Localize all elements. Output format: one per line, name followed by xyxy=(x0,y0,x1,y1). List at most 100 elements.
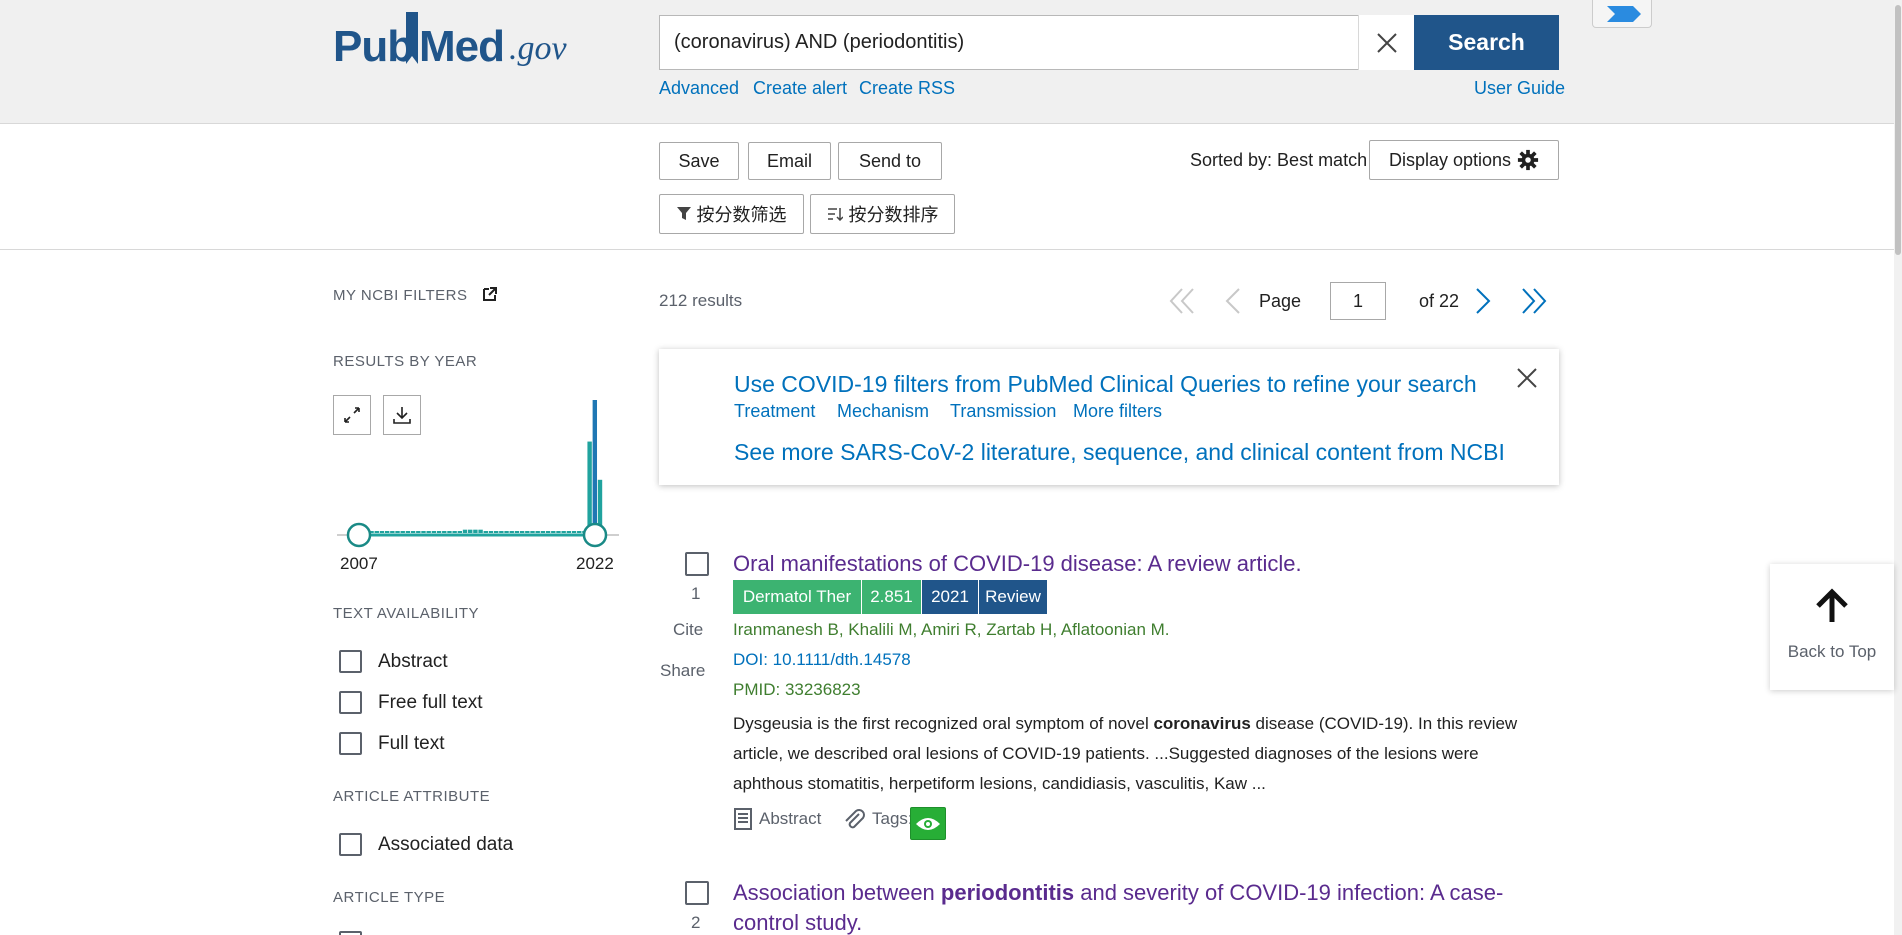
year-bar[interactable] xyxy=(499,531,504,533)
pubmed-logo[interactable]: Pub Med .gov xyxy=(333,8,573,72)
covid-filters-link[interactable]: Use COVID-19 filters from PubMed Clinica… xyxy=(734,371,1477,398)
user-guide-link[interactable]: User Guide xyxy=(1474,78,1565,99)
search-field[interactable] xyxy=(659,15,1414,70)
sort-by-score-button[interactable]: 按分数排序 xyxy=(810,194,955,234)
result-2-title-line-2[interactable]: control study. xyxy=(733,910,862,935)
transmission-filter-link[interactable]: Transmission xyxy=(950,401,1056,422)
year-bar[interactable] xyxy=(400,531,405,533)
year-badge: 2021 xyxy=(922,580,978,614)
create-alert-link[interactable]: Create alert xyxy=(753,78,847,99)
year-bar[interactable] xyxy=(395,531,400,533)
display-options-button[interactable]: Display options xyxy=(1369,140,1559,180)
last-page-button[interactable] xyxy=(1520,286,1548,316)
year-bar[interactable] xyxy=(488,531,494,533)
year-bar[interactable] xyxy=(390,531,395,533)
year-bar[interactable] xyxy=(571,531,577,533)
previous-page-button[interactable] xyxy=(1224,286,1242,316)
page-number-input[interactable]: 1 xyxy=(1330,282,1386,320)
associated-data-checkbox[interactable] xyxy=(339,833,362,856)
create-rss-link[interactable]: Create RSS xyxy=(859,78,955,99)
year-bar[interactable] xyxy=(478,529,483,534)
year-bar[interactable] xyxy=(374,531,379,533)
year-bar[interactable] xyxy=(410,531,416,533)
sars-cov-2-content-link[interactable]: See more SARS-CoV-2 literature, sequence… xyxy=(734,439,1505,466)
email-button[interactable]: Email xyxy=(748,142,831,180)
first-page-button[interactable] xyxy=(1168,286,1196,316)
year-bar[interactable] xyxy=(426,531,431,533)
year-bar[interactable] xyxy=(431,531,437,533)
year-bar[interactable] xyxy=(540,531,546,533)
year-bar[interactable] xyxy=(509,531,514,533)
year-bar[interactable] xyxy=(519,531,525,533)
send-to-button[interactable]: Send to xyxy=(838,142,942,180)
year-bar[interactable] xyxy=(561,531,566,533)
result-1-doi[interactable]: DOI: 10.1111/dth.14578 xyxy=(733,650,911,670)
dismiss-banner-button[interactable] xyxy=(1515,366,1539,390)
mechanism-filter-link[interactable]: Mechanism xyxy=(837,401,929,422)
article-type-checkbox[interactable] xyxy=(339,931,362,935)
search-input[interactable] xyxy=(674,31,1354,54)
year-slider-start-handle[interactable] xyxy=(346,522,372,548)
my-ncbi-filters-heading[interactable]: MY NCBI FILTERS xyxy=(333,286,498,304)
year-bar[interactable] xyxy=(442,531,447,533)
filter-associated-data[interactable]: Associated data xyxy=(339,833,513,856)
year-bar[interactable] xyxy=(566,531,572,533)
more-filters-link[interactable]: More filters xyxy=(1073,401,1162,422)
external-link-icon xyxy=(483,287,498,301)
clear-search-button[interactable] xyxy=(1358,15,1414,70)
text-availability-heading: TEXT AVAILABILITY xyxy=(333,605,480,622)
year-bar[interactable] xyxy=(384,531,390,533)
year-bar[interactable] xyxy=(545,531,551,533)
year-bar[interactable] xyxy=(436,531,442,533)
year-bar[interactable] xyxy=(452,531,457,533)
year-bar[interactable] xyxy=(514,531,520,533)
year-bar[interactable] xyxy=(551,531,556,533)
view-tag-button[interactable] xyxy=(910,807,946,840)
year-bar[interactable] xyxy=(462,529,468,534)
year-bar[interactable] xyxy=(556,531,561,533)
year-bar[interactable] xyxy=(379,531,385,533)
abstract-checkbox[interactable] xyxy=(339,650,362,673)
full-text-checkbox[interactable] xyxy=(339,732,362,755)
scrollbar-thumb[interactable] xyxy=(1895,5,1901,255)
year-bar[interactable] xyxy=(592,400,598,533)
year-bar[interactable] xyxy=(525,531,530,533)
year-bar[interactable] xyxy=(405,531,411,533)
year-bar[interactable] xyxy=(587,441,592,533)
filter-by-score-button[interactable]: 按分数筛选 xyxy=(659,194,804,234)
year-bar[interactable] xyxy=(504,531,509,533)
year-bar[interactable] xyxy=(421,531,426,533)
treatment-filter-link[interactable]: Treatment xyxy=(734,401,815,422)
search-button[interactable]: Search xyxy=(1414,15,1559,70)
close-icon xyxy=(1517,368,1537,388)
back-to-top-button[interactable]: Back to Top xyxy=(1770,564,1894,690)
year-bar[interactable] xyxy=(447,531,452,533)
save-button[interactable]: Save xyxy=(659,142,739,180)
year-bar[interactable] xyxy=(577,531,582,533)
results-by-year-chart[interactable] xyxy=(333,398,623,558)
result-2-title[interactable]: Association between periodontitis and se… xyxy=(733,880,1503,906)
next-page-button[interactable] xyxy=(1474,286,1492,316)
free-full-text-checkbox[interactable] xyxy=(339,691,362,714)
advanced-search-link[interactable]: Advanced xyxy=(659,78,739,99)
cite-button[interactable]: Cite xyxy=(673,620,703,640)
tags-control[interactable]: Tags: xyxy=(842,808,913,830)
extension-tab[interactable] xyxy=(1592,0,1652,28)
year-bar[interactable] xyxy=(416,531,421,533)
year-bar[interactable] xyxy=(530,531,535,533)
year-slider-end-handle[interactable] xyxy=(582,522,608,548)
result-1-title[interactable]: Oral manifestations of COVID-19 disease:… xyxy=(733,551,1302,577)
year-bar[interactable] xyxy=(535,531,540,533)
year-bar[interactable] xyxy=(457,531,463,533)
abstract-toggle[interactable]: Abstract xyxy=(733,808,821,830)
year-bar[interactable] xyxy=(468,529,473,534)
share-button[interactable]: Share xyxy=(660,661,705,681)
filter-abstract[interactable]: Abstract xyxy=(339,650,448,673)
year-bar[interactable] xyxy=(473,529,478,534)
result-2-checkbox[interactable] xyxy=(685,881,709,905)
year-bar[interactable] xyxy=(483,531,488,533)
filter-full-text[interactable]: Full text xyxy=(339,732,445,755)
year-bar[interactable] xyxy=(493,531,499,533)
result-1-checkbox[interactable] xyxy=(685,552,709,576)
filter-free-full-text[interactable]: Free full text xyxy=(339,691,483,714)
